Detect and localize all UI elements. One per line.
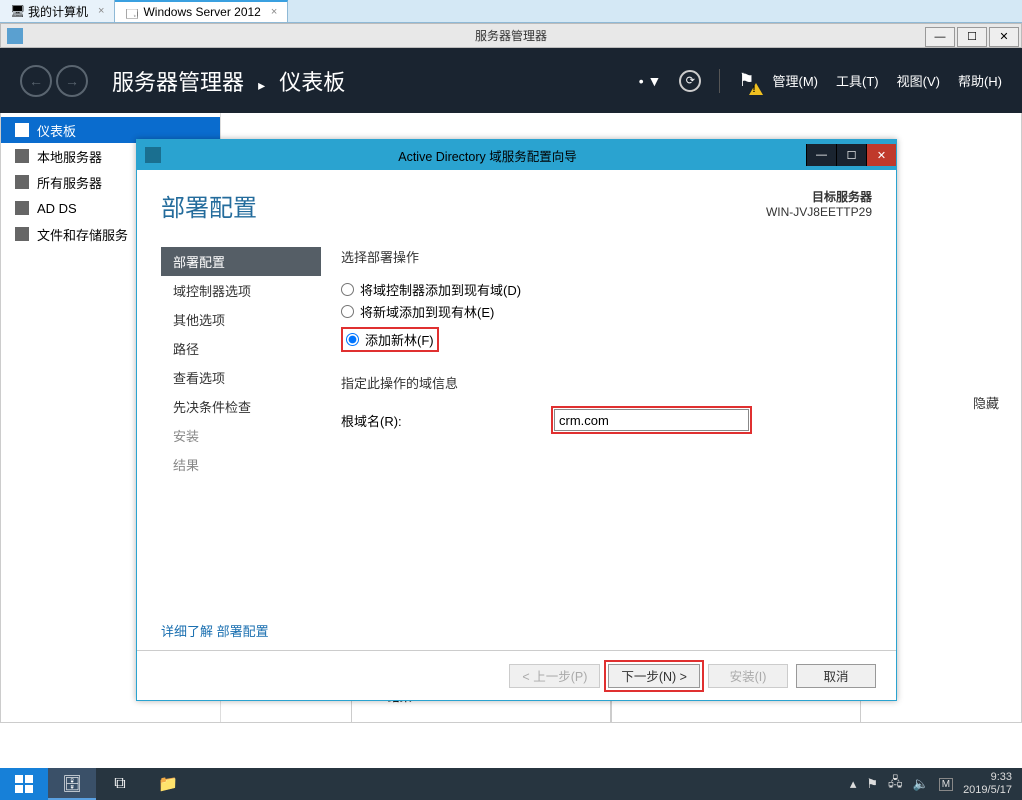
root-domain-input[interactable] <box>554 409 749 431</box>
tray-network-icon[interactable]: 🖧 <box>888 773 903 795</box>
computer-icon: 🖥 <box>10 4 24 18</box>
tray-volume-icon[interactable]: 🔈 <box>913 776 929 792</box>
radio-label: 将新域添加到现有林(E) <box>360 302 494 321</box>
wizard-icon <box>145 147 161 163</box>
step-install: 安装 <box>161 421 321 450</box>
target-label: 目标服务器 <box>766 188 872 205</box>
breadcrumb-app: 服务器管理器 <box>112 70 244 95</box>
system-tray: ▴ ⚑ 🖧 🔈 M 9:33 2019/5/17 <box>840 771 1022 797</box>
radio-add-domain-existing-forest[interactable]: 将新域添加到现有林(E) <box>341 302 872 321</box>
target-value: WIN-JVJ8EETTP29 <box>766 205 872 219</box>
ad-ds-config-wizard: Active Directory 域服务配置向导 — ☐ ✕ 部署配置 目标服务… <box>136 139 897 701</box>
start-button[interactable] <box>0 768 48 800</box>
taskbar: 🗄 ⧉ 📁 ▴ ⚑ 🖧 🔈 M 9:33 2019/5/17 <box>0 768 1022 800</box>
taskbar-server-manager[interactable]: 🗄 <box>48 768 96 800</box>
storage-icon <box>15 227 29 241</box>
clock-date: 2019/5/17 <box>963 784 1012 797</box>
window-title: 服务器管理器 <box>1 27 1021 44</box>
wizard-steps: 部署配置 域控制器选项 其他选项 路径 查看选项 先决条件检查 安装 结果 <box>161 247 321 609</box>
window-titlebar: 服务器管理器 — ☐ ✕ <box>0 23 1022 48</box>
clock-time: 9:33 <box>963 771 1012 784</box>
wizard-minimize-button[interactable]: — <box>806 144 836 166</box>
wizard-maximize-button[interactable]: ☐ <box>836 144 866 166</box>
radio-label: 将域控制器添加到现有域(D) <box>360 280 521 299</box>
server-manager-icon <box>7 28 23 44</box>
step-prereq[interactable]: 先决条件检查 <box>161 392 321 421</box>
breadcrumb-page: 仪表板 <box>279 70 345 95</box>
adds-icon <box>15 201 29 215</box>
breadcrumb: 服务器管理器 ▸ 仪表板 <box>112 65 345 97</box>
menu-view[interactable]: 视图(V) <box>897 71 940 90</box>
back-button[interactable]: ← <box>20 65 52 97</box>
server-icon <box>15 149 29 163</box>
wizard-footer: < 上一步(P) 下一步(N) > 安装(I) 取消 <box>137 650 896 700</box>
notifications-flag-icon[interactable]: ⚑ <box>738 70 754 91</box>
host-tab-winserver[interactable]: 🗔 Windows Server 2012 × <box>115 0 288 22</box>
menu-manage[interactable]: 管理(M) <box>773 71 819 90</box>
taskbar-explorer[interactable]: 📁 <box>144 768 192 800</box>
chevron-right-icon: ▸ <box>258 77 265 93</box>
dashboard-icon <box>15 123 29 137</box>
close-icon[interactable]: × <box>98 5 104 17</box>
maximize-button[interactable]: ☐ <box>957 27 987 47</box>
wizard-close-button[interactable]: ✕ <box>866 144 896 166</box>
sidebar-item-label: 仪表板 <box>37 121 76 140</box>
wizard-content: 选择部署操作 将域控制器添加到现有域(D) 将新域添加到现有林(E) 添加新林(… <box>321 247 872 609</box>
cancel-button[interactable]: 取消 <box>796 664 876 688</box>
ime-indicator[interactable]: M <box>939 778 953 791</box>
select-operation-label: 选择部署操作 <box>341 247 872 266</box>
divider <box>719 69 720 93</box>
wizard-heading: 部署配置 <box>161 188 257 223</box>
root-domain-label: 根域名(R): <box>341 411 551 430</box>
sidebar-item-label: 本地服务器 <box>37 147 102 166</box>
radio-input[interactable] <box>341 305 354 318</box>
radio-input[interactable] <box>341 283 354 296</box>
tray-chevron-up-icon[interactable]: ▴ <box>850 776 857 792</box>
dropdown-icon[interactable]: • ▼ <box>639 73 662 89</box>
taskbar-powershell[interactable]: ⧉ <box>96 768 144 800</box>
refresh-button[interactable]: ⟳ <box>679 70 701 92</box>
taskbar-clock[interactable]: 9:33 2019/5/17 <box>963 771 1012 797</box>
step-dc-options[interactable]: 域控制器选项 <box>161 276 321 305</box>
server-manager-header: ← → 服务器管理器 ▸ 仪表板 • ▼ ⟳ ⚑ 管理(M) 工具(T) 视图(… <box>0 48 1022 113</box>
previous-button: < 上一步(P) <box>509 664 600 688</box>
step-other-options[interactable]: 其他选项 <box>161 305 321 334</box>
host-tab-bar: 🖥 我的计算机 × 🗔 Windows Server 2012 × <box>0 0 1022 23</box>
radio-add-new-forest[interactable]: 添加新林(F) <box>341 327 439 352</box>
wizard-titlebar: Active Directory 域服务配置向导 — ☐ ✕ <box>137 140 896 170</box>
windows-icon <box>15 775 33 793</box>
install-button: 安装(I) <box>708 664 788 688</box>
sidebar-item-label: AD DS <box>37 201 77 216</box>
tray-flag-icon[interactable]: ⚑ <box>866 776 878 792</box>
step-review[interactable]: 查看选项 <box>161 363 321 392</box>
servers-icon <box>15 175 29 189</box>
close-button[interactable]: ✕ <box>989 27 1019 47</box>
menu-tools[interactable]: 工具(T) <box>836 71 879 90</box>
host-tab-mycomputer[interactable]: 🖥 我的计算机 × <box>0 0 115 22</box>
learn-more-link[interactable]: 详细了解 部署配置 <box>161 621 872 640</box>
host-tab-label: Windows Server 2012 <box>143 5 260 19</box>
step-deploy-config[interactable]: 部署配置 <box>161 247 321 276</box>
sidebar-item-label: 所有服务器 <box>37 173 102 192</box>
wizard-title: Active Directory 域服务配置向导 <box>169 146 806 165</box>
step-result: 结果 <box>161 450 321 479</box>
host-tab-label: 我的计算机 <box>28 3 88 20</box>
radio-input[interactable] <box>346 333 359 346</box>
forward-button[interactable]: → <box>56 65 88 97</box>
server-icon: 🗔 <box>125 5 139 19</box>
next-button[interactable]: 下一步(N) > <box>608 664 700 688</box>
radio-add-dc-existing-domain[interactable]: 将域控制器添加到现有域(D) <box>341 280 872 299</box>
minimize-button[interactable]: — <box>925 27 955 47</box>
hide-link[interactable]: 隐藏 <box>973 393 999 412</box>
radio-label: 添加新林(F) <box>365 330 434 349</box>
step-path[interactable]: 路径 <box>161 334 321 363</box>
specify-domain-label: 指定此操作的域信息 <box>341 373 872 392</box>
sidebar-item-label: 文件和存储服务 <box>37 225 128 244</box>
wizard-target: 目标服务器 WIN-JVJ8EETTP29 <box>766 188 872 219</box>
menu-help[interactable]: 帮助(H) <box>958 71 1002 90</box>
warning-icon <box>749 83 763 95</box>
close-icon[interactable]: × <box>271 6 277 18</box>
